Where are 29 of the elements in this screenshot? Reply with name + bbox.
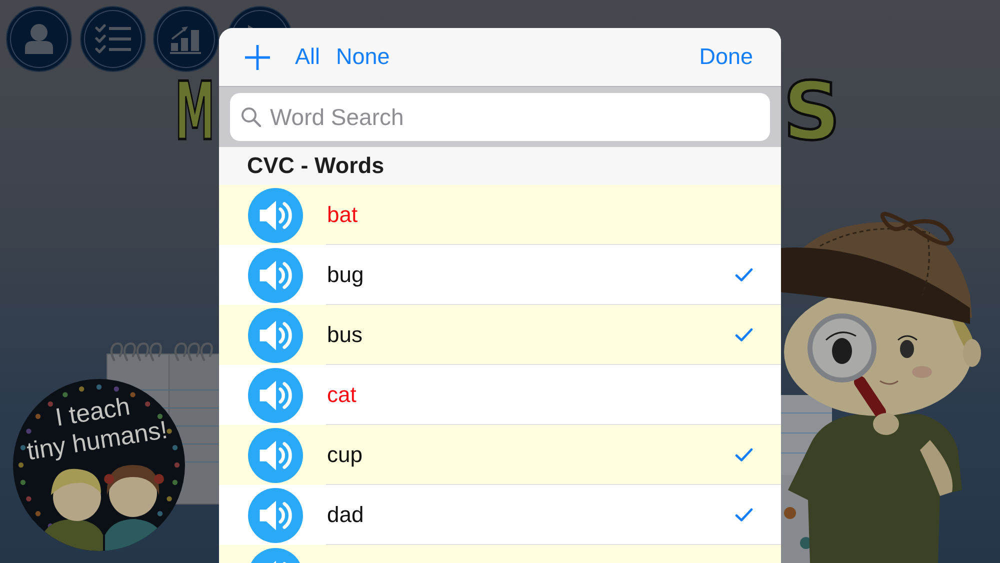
title-letter: M [175,72,215,152]
select-all-button[interactable]: All [295,44,320,70]
word-label: cat [326,382,356,408]
checklist-icon [94,24,130,54]
title-letter: S [783,72,841,152]
speaker-icon[interactable] [248,188,303,242]
word-label: bug [326,262,364,288]
search-icon [241,107,261,127]
speaker-icon[interactable] [248,248,303,302]
word-row[interactable]: bus [219,305,781,365]
select-none-button[interactable]: None [336,44,390,70]
speaker-icon[interactable] [248,488,303,542]
word-label: bat [326,202,358,228]
word-row[interactable]: cup [219,425,781,485]
word-row[interactable]: bat [219,185,781,245]
badge-text: I teach tiny humans! [24,391,170,468]
word-label: cup [326,442,362,468]
speaker-icon[interactable] [248,308,303,362]
plus-icon [245,44,270,70]
add-button[interactable] [245,44,270,70]
section-header: CVC - Words [219,147,781,185]
done-button[interactable]: Done [699,44,753,70]
bar-chart-icon [170,24,202,54]
speaker-icon[interactable] [248,428,303,482]
person-icon [25,24,53,54]
word-label: dad [326,502,364,528]
word-label: bus [326,322,362,348]
search-field[interactable]: Word Search [230,93,770,141]
speaker-icon[interactable] [248,368,303,422]
